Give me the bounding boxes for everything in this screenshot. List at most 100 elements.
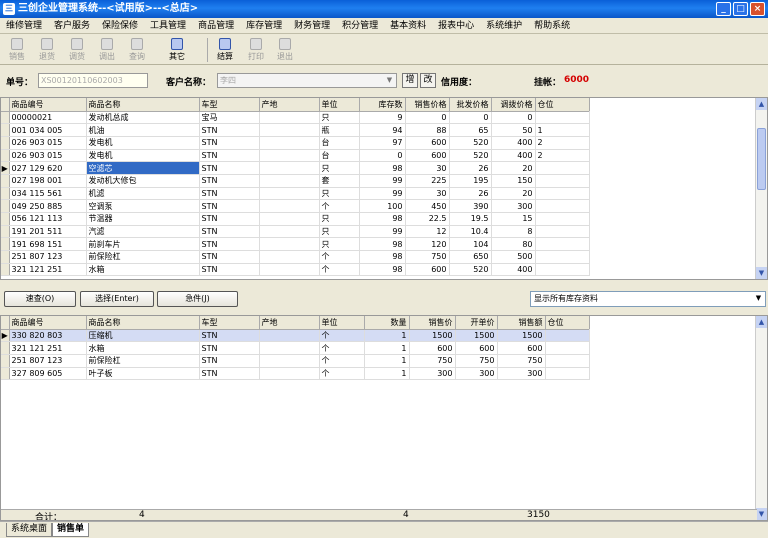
table-cell[interactable]: [545, 367, 590, 381]
table-cell[interactable]: [259, 237, 320, 252]
table-cell[interactable]: 600: [409, 341, 456, 355]
table-row[interactable]: ▶ 027 129 620 空滤芯 STN 只 98 30 26 20: [1, 161, 590, 175]
table-cell[interactable]: 2: [535, 136, 590, 150]
col-model[interactable]: 车型: [199, 98, 260, 112]
table-cell[interactable]: 300: [409, 367, 456, 381]
table-cell[interactable]: 65: [449, 123, 492, 137]
table-cell[interactable]: STN: [199, 149, 260, 163]
table-cell[interactable]: [259, 111, 320, 125]
table-cell[interactable]: 300: [497, 367, 546, 381]
table-cell[interactable]: STN: [199, 136, 260, 150]
col-bin[interactable]: 仓位: [535, 98, 590, 112]
table-cell[interactable]: 520: [449, 263, 492, 277]
table-cell[interactable]: 只: [319, 237, 360, 252]
table-cell[interactable]: 个: [319, 263, 360, 277]
table-cell[interactable]: 压缩机: [86, 329, 200, 343]
order-number-field[interactable]: XS00120110602003: [38, 73, 148, 88]
quick-search-button[interactable]: 速查(O): [4, 291, 76, 307]
query-button[interactable]: 查询: [124, 37, 150, 63]
col-sale-price[interactable]: 销售价: [409, 316, 456, 330]
table-row[interactable]: 00000021 发动机总成 宝马只 9 0 0 0: [1, 111, 590, 125]
table-cell[interactable]: STN: [199, 263, 260, 277]
menu-repair[interactable]: 维修管理: [0, 18, 48, 33]
table-cell[interactable]: [259, 341, 320, 355]
table-cell[interactable]: [259, 149, 320, 163]
table-cell[interactable]: [259, 136, 320, 150]
table-cell[interactable]: [545, 329, 590, 343]
table-row[interactable]: 026 903 015 发电机 STN 台 97 600 520 400 2: [1, 136, 590, 150]
table-row[interactable]: 027 198 001 发动机大修包 STN 套 99 225 195 150: [1, 174, 590, 188]
table-cell[interactable]: [259, 225, 320, 239]
table-row[interactable]: 049 250 885 空调泵 STN 个 100 450 390 300: [1, 199, 590, 213]
menu-help[interactable]: 帮助系统: [528, 18, 576, 33]
table-cell[interactable]: 049 250 885: [9, 199, 87, 213]
table-cell[interactable]: 套: [319, 174, 360, 188]
table-cell[interactable]: STN: [199, 341, 260, 355]
table-cell[interactable]: 600: [405, 136, 450, 150]
table-cell[interactable]: 19.5: [449, 212, 492, 226]
table-cell[interactable]: 只: [319, 187, 360, 201]
table-cell[interactable]: 600: [455, 341, 498, 355]
table-cell[interactable]: [259, 199, 320, 213]
splitter-top[interactable]: [0, 283, 768, 288]
table-cell[interactable]: 20: [491, 187, 536, 201]
table-cell[interactable]: STN: [199, 367, 260, 381]
table-cell[interactable]: 发电机: [86, 149, 200, 163]
table-cell[interactable]: STN: [199, 237, 260, 252]
table-cell[interactable]: 个: [319, 199, 360, 213]
menu-goods[interactable]: 商品管理: [192, 18, 240, 33]
table-cell[interactable]: 15: [491, 212, 536, 226]
table-cell[interactable]: 500: [491, 250, 536, 264]
table-cell[interactable]: [545, 341, 590, 355]
col-unit[interactable]: 单位: [319, 316, 365, 330]
table-cell[interactable]: 1500: [409, 329, 456, 343]
table-cell[interactable]: 发动机总成: [86, 111, 200, 125]
table-cell[interactable]: 30: [405, 187, 450, 201]
menu-points[interactable]: 积分管理: [336, 18, 384, 33]
scroll-down-icon[interactable]: ▼: [756, 508, 767, 520]
table-cell[interactable]: 390: [449, 199, 492, 213]
col-item-code[interactable]: 商品编号: [9, 316, 87, 330]
table-cell[interactable]: [259, 354, 320, 368]
table-cell[interactable]: 195: [449, 174, 492, 188]
table-cell[interactable]: 027 198 001: [9, 174, 87, 188]
col-bin[interactable]: 仓位: [545, 316, 590, 330]
table-cell[interactable]: 400: [491, 149, 536, 163]
table-cell[interactable]: 026 903 015: [9, 136, 87, 150]
table-cell[interactable]: 400: [491, 136, 536, 150]
table-cell[interactable]: 30: [405, 161, 450, 175]
table-cell[interactable]: 个: [319, 367, 365, 381]
table-cell[interactable]: 9: [359, 111, 406, 125]
transfer-out-button[interactable]: 调出: [94, 37, 120, 63]
table-cell[interactable]: [259, 174, 320, 188]
table-cell[interactable]: 20: [491, 161, 536, 175]
table-cell[interactable]: 98: [359, 263, 406, 277]
table-row[interactable]: 251 807 123 前保险杠 STN 个 98 750 650 500: [1, 250, 590, 264]
col-sales-amount[interactable]: 销售额: [497, 316, 546, 330]
transfer-button[interactable]: 调货: [64, 37, 90, 63]
col-unit[interactable]: 单位: [319, 98, 360, 112]
table-cell[interactable]: 前保险杠: [86, 354, 200, 368]
col-origin[interactable]: 产地: [259, 316, 320, 330]
table-cell[interactable]: STN: [199, 161, 260, 175]
table-cell[interactable]: 99: [359, 225, 406, 239]
tab-sales-order[interactable]: 销售单: [52, 523, 90, 537]
table-cell[interactable]: [535, 161, 590, 175]
table-cell[interactable]: [259, 250, 320, 264]
table-cell[interactable]: STN: [199, 187, 260, 201]
table-cell[interactable]: 104: [449, 237, 492, 252]
col-wholesale-price[interactable]: 批发价格: [449, 98, 492, 112]
table-cell[interactable]: 330 820 803: [9, 329, 87, 343]
table-cell[interactable]: 只: [319, 161, 360, 175]
table-cell[interactable]: 034 115 561: [9, 187, 87, 201]
return-button[interactable]: 退货: [34, 37, 60, 63]
table-cell[interactable]: 88: [405, 123, 450, 137]
table-cell[interactable]: 台: [319, 149, 360, 163]
table-cell[interactable]: 001 034 005: [9, 123, 87, 137]
table-cell[interactable]: [535, 111, 590, 125]
table-cell[interactable]: 1: [364, 354, 410, 368]
table-cell[interactable]: [535, 174, 590, 188]
table-cell[interactable]: 98: [359, 161, 406, 175]
table-cell[interactable]: [535, 237, 590, 252]
table-cell[interactable]: 1: [364, 367, 410, 381]
